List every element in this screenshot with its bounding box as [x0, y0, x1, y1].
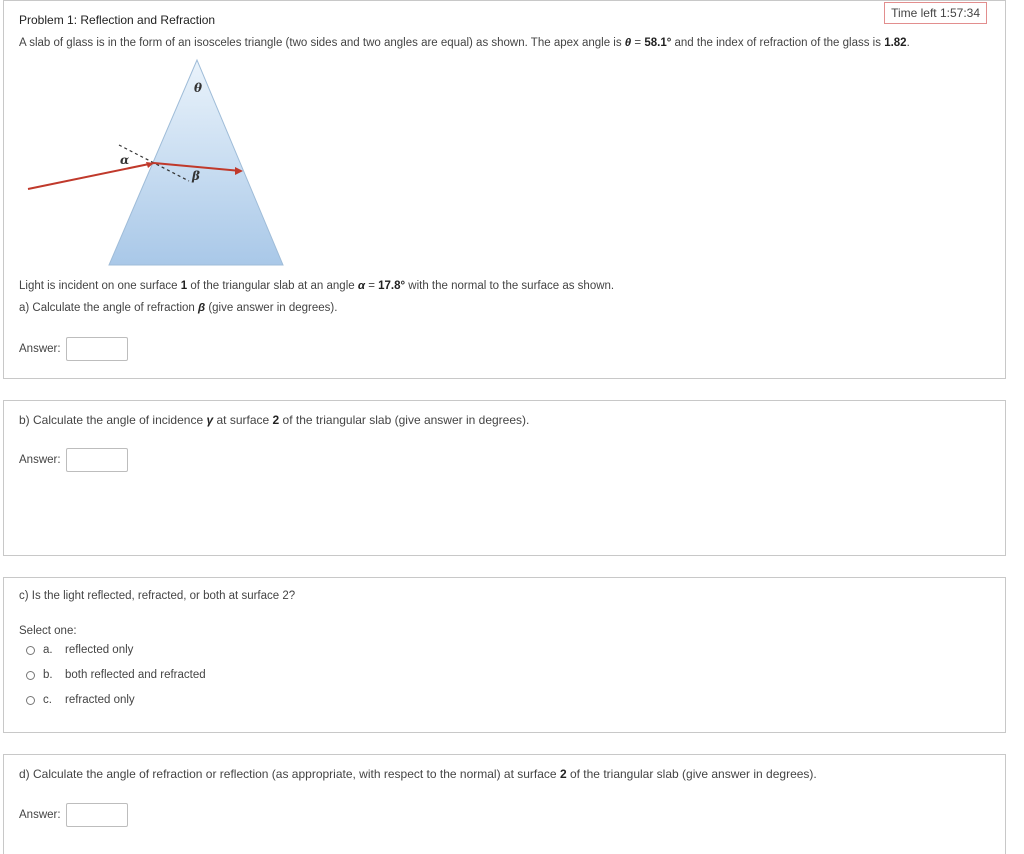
answer-input-a[interactable] [65, 337, 128, 361]
theta-label: θ [194, 81, 202, 95]
prism-diagram: θ α β [27, 58, 284, 266]
option-a[interactable]: a. reflected only [26, 644, 133, 656]
question-a-text: a) Calculate the angle of refraction β (… [19, 302, 338, 314]
incident-ray [27, 162, 155, 190]
question-1-panel: Time left 1:57:34 Problem 1: Reflection … [3, 0, 1006, 379]
option-c[interactable]: c. refracted only [26, 694, 135, 706]
question-c-text: c) Is the light reflected, refracted, or… [19, 590, 296, 602]
beta-label: β [191, 169, 200, 183]
question-3-panel: c) Is the light reflected, refracted, or… [3, 577, 1006, 733]
answer-row-b: Answer: [19, 448, 128, 472]
answer-input-b[interactable] [65, 448, 128, 472]
question-d-text: d) Calculate the angle of refraction or … [19, 767, 817, 781]
answer-row-d: Answer: [19, 803, 128, 827]
option-b[interactable]: b. both reflected and refracted [26, 669, 206, 681]
answer-row-a: Answer: [19, 337, 128, 361]
radio-button[interactable] [26, 670, 35, 680]
option-label: both reflected and refracted [65, 669, 206, 681]
question-b-text: b) Calculate the angle of incidence γ at… [19, 413, 530, 427]
answer-label: Answer: [19, 809, 61, 821]
answer-input-d[interactable] [65, 803, 128, 827]
problem-intro: A slab of glass is in the form of an iso… [19, 37, 910, 49]
radio-button[interactable] [26, 645, 35, 655]
problem-title: Problem 1: Reflection and Refraction [19, 13, 216, 27]
select-one-label: Select one: [19, 625, 77, 637]
time-left-badge: Time left 1:57:34 [884, 2, 987, 24]
option-label: reflected only [65, 644, 134, 656]
answer-label: Answer: [19, 343, 61, 355]
question-2-panel: b) Calculate the angle of incidence γ at… [3, 400, 1006, 556]
answer-label: Answer: [19, 454, 61, 466]
radio-button[interactable] [26, 695, 35, 705]
alpha-label: α [120, 153, 129, 167]
option-label: refracted only [65, 694, 135, 706]
question-4-panel: d) Calculate the angle of refraction or … [3, 754, 1006, 854]
incidence-description: Light is incident on one surface 1 of th… [19, 280, 615, 292]
